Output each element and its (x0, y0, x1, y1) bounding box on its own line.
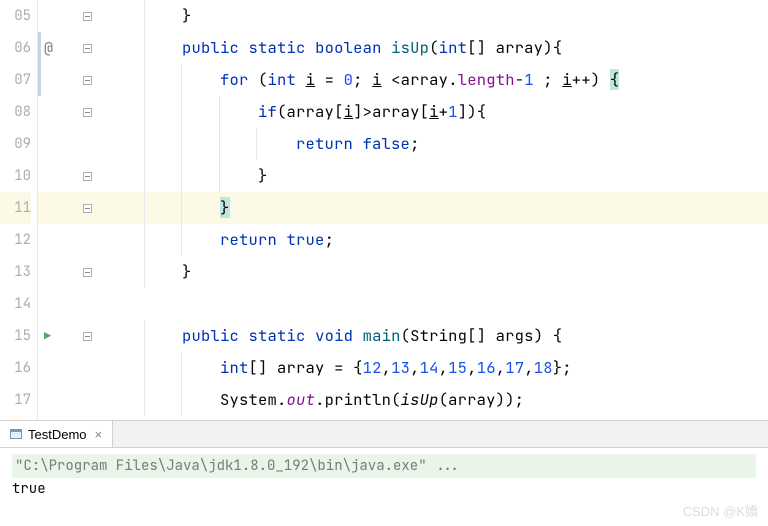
code-line[interactable]: System.out.println(isUp(array)); (94, 384, 768, 416)
console-output: true (12, 478, 756, 500)
fold-toggle-icon[interactable] (83, 332, 92, 341)
vcs-change-bar (38, 32, 41, 96)
line-number: 10 (0, 160, 31, 192)
fold-toggle-icon[interactable] (83, 12, 92, 21)
code-line[interactable]: public static void main(String[] args) { (94, 320, 768, 352)
line-number: 09 (0, 128, 31, 160)
line-number: 17 (0, 384, 31, 416)
fold-column (80, 0, 94, 420)
code-line[interactable]: int[] array = {12,13,14,15,16,17,18}; (94, 352, 768, 384)
line-number: 13 (0, 256, 31, 288)
run-tab-label: TestDemo (28, 427, 87, 442)
watermark: CSDN @K嬌 (683, 501, 758, 520)
code-line[interactable]: } (94, 0, 768, 32)
code-line[interactable] (94, 288, 768, 320)
run-tab-testdemo[interactable]: TestDemo × (0, 421, 113, 447)
close-icon[interactable]: × (93, 427, 103, 442)
run-console[interactable]: "C:\Program Files\Java\jdk1.8.0_192\bin\… (0, 448, 768, 506)
fold-toggle-icon[interactable] (83, 204, 92, 213)
code-line[interactable]: for (int i = 0; i <array.length-1 ; i++)… (94, 64, 768, 96)
line-number: 14 (0, 288, 31, 320)
fold-toggle-icon[interactable] (83, 44, 92, 53)
line-number-gutter: 05060708091011121314151617 (0, 0, 38, 420)
code-line[interactable]: return false; (94, 128, 768, 160)
line-number: 16 (0, 352, 31, 384)
run-panel-tabs: TestDemo × (0, 420, 768, 448)
fold-toggle-icon[interactable] (83, 76, 92, 85)
line-number: 07 (0, 64, 31, 96)
code-editor[interactable]: 05060708091011121314151617 @▶ } public s… (0, 0, 768, 420)
window-icon (10, 429, 22, 439)
line-number: 12 (0, 224, 31, 256)
code-line[interactable]: } (94, 160, 768, 192)
run-icon[interactable]: ▶ (44, 320, 51, 352)
line-number: 05 (0, 0, 31, 32)
fold-toggle-icon[interactable] (83, 108, 92, 117)
line-number: 15 (0, 320, 31, 352)
code-line[interactable]: } (94, 192, 768, 224)
line-number: 11 (0, 192, 31, 224)
override-marker-icon: @ (44, 32, 53, 64)
code-area[interactable]: } public static boolean isUp(int[] array… (94, 0, 768, 420)
fold-toggle-icon[interactable] (83, 268, 92, 277)
line-number: 08 (0, 96, 31, 128)
console-command-line: "C:\Program Files\Java\jdk1.8.0_192\bin\… (12, 454, 756, 478)
code-line[interactable]: return true; (94, 224, 768, 256)
fold-toggle-icon[interactable] (83, 172, 92, 181)
gutter-annotations: @▶ (38, 0, 80, 420)
line-number: 06 (0, 32, 31, 64)
code-line[interactable]: } (94, 256, 768, 288)
code-line[interactable]: if(array[i]>array[i+1]){ (94, 96, 768, 128)
code-line[interactable]: public static boolean isUp(int[] array){ (94, 32, 768, 64)
